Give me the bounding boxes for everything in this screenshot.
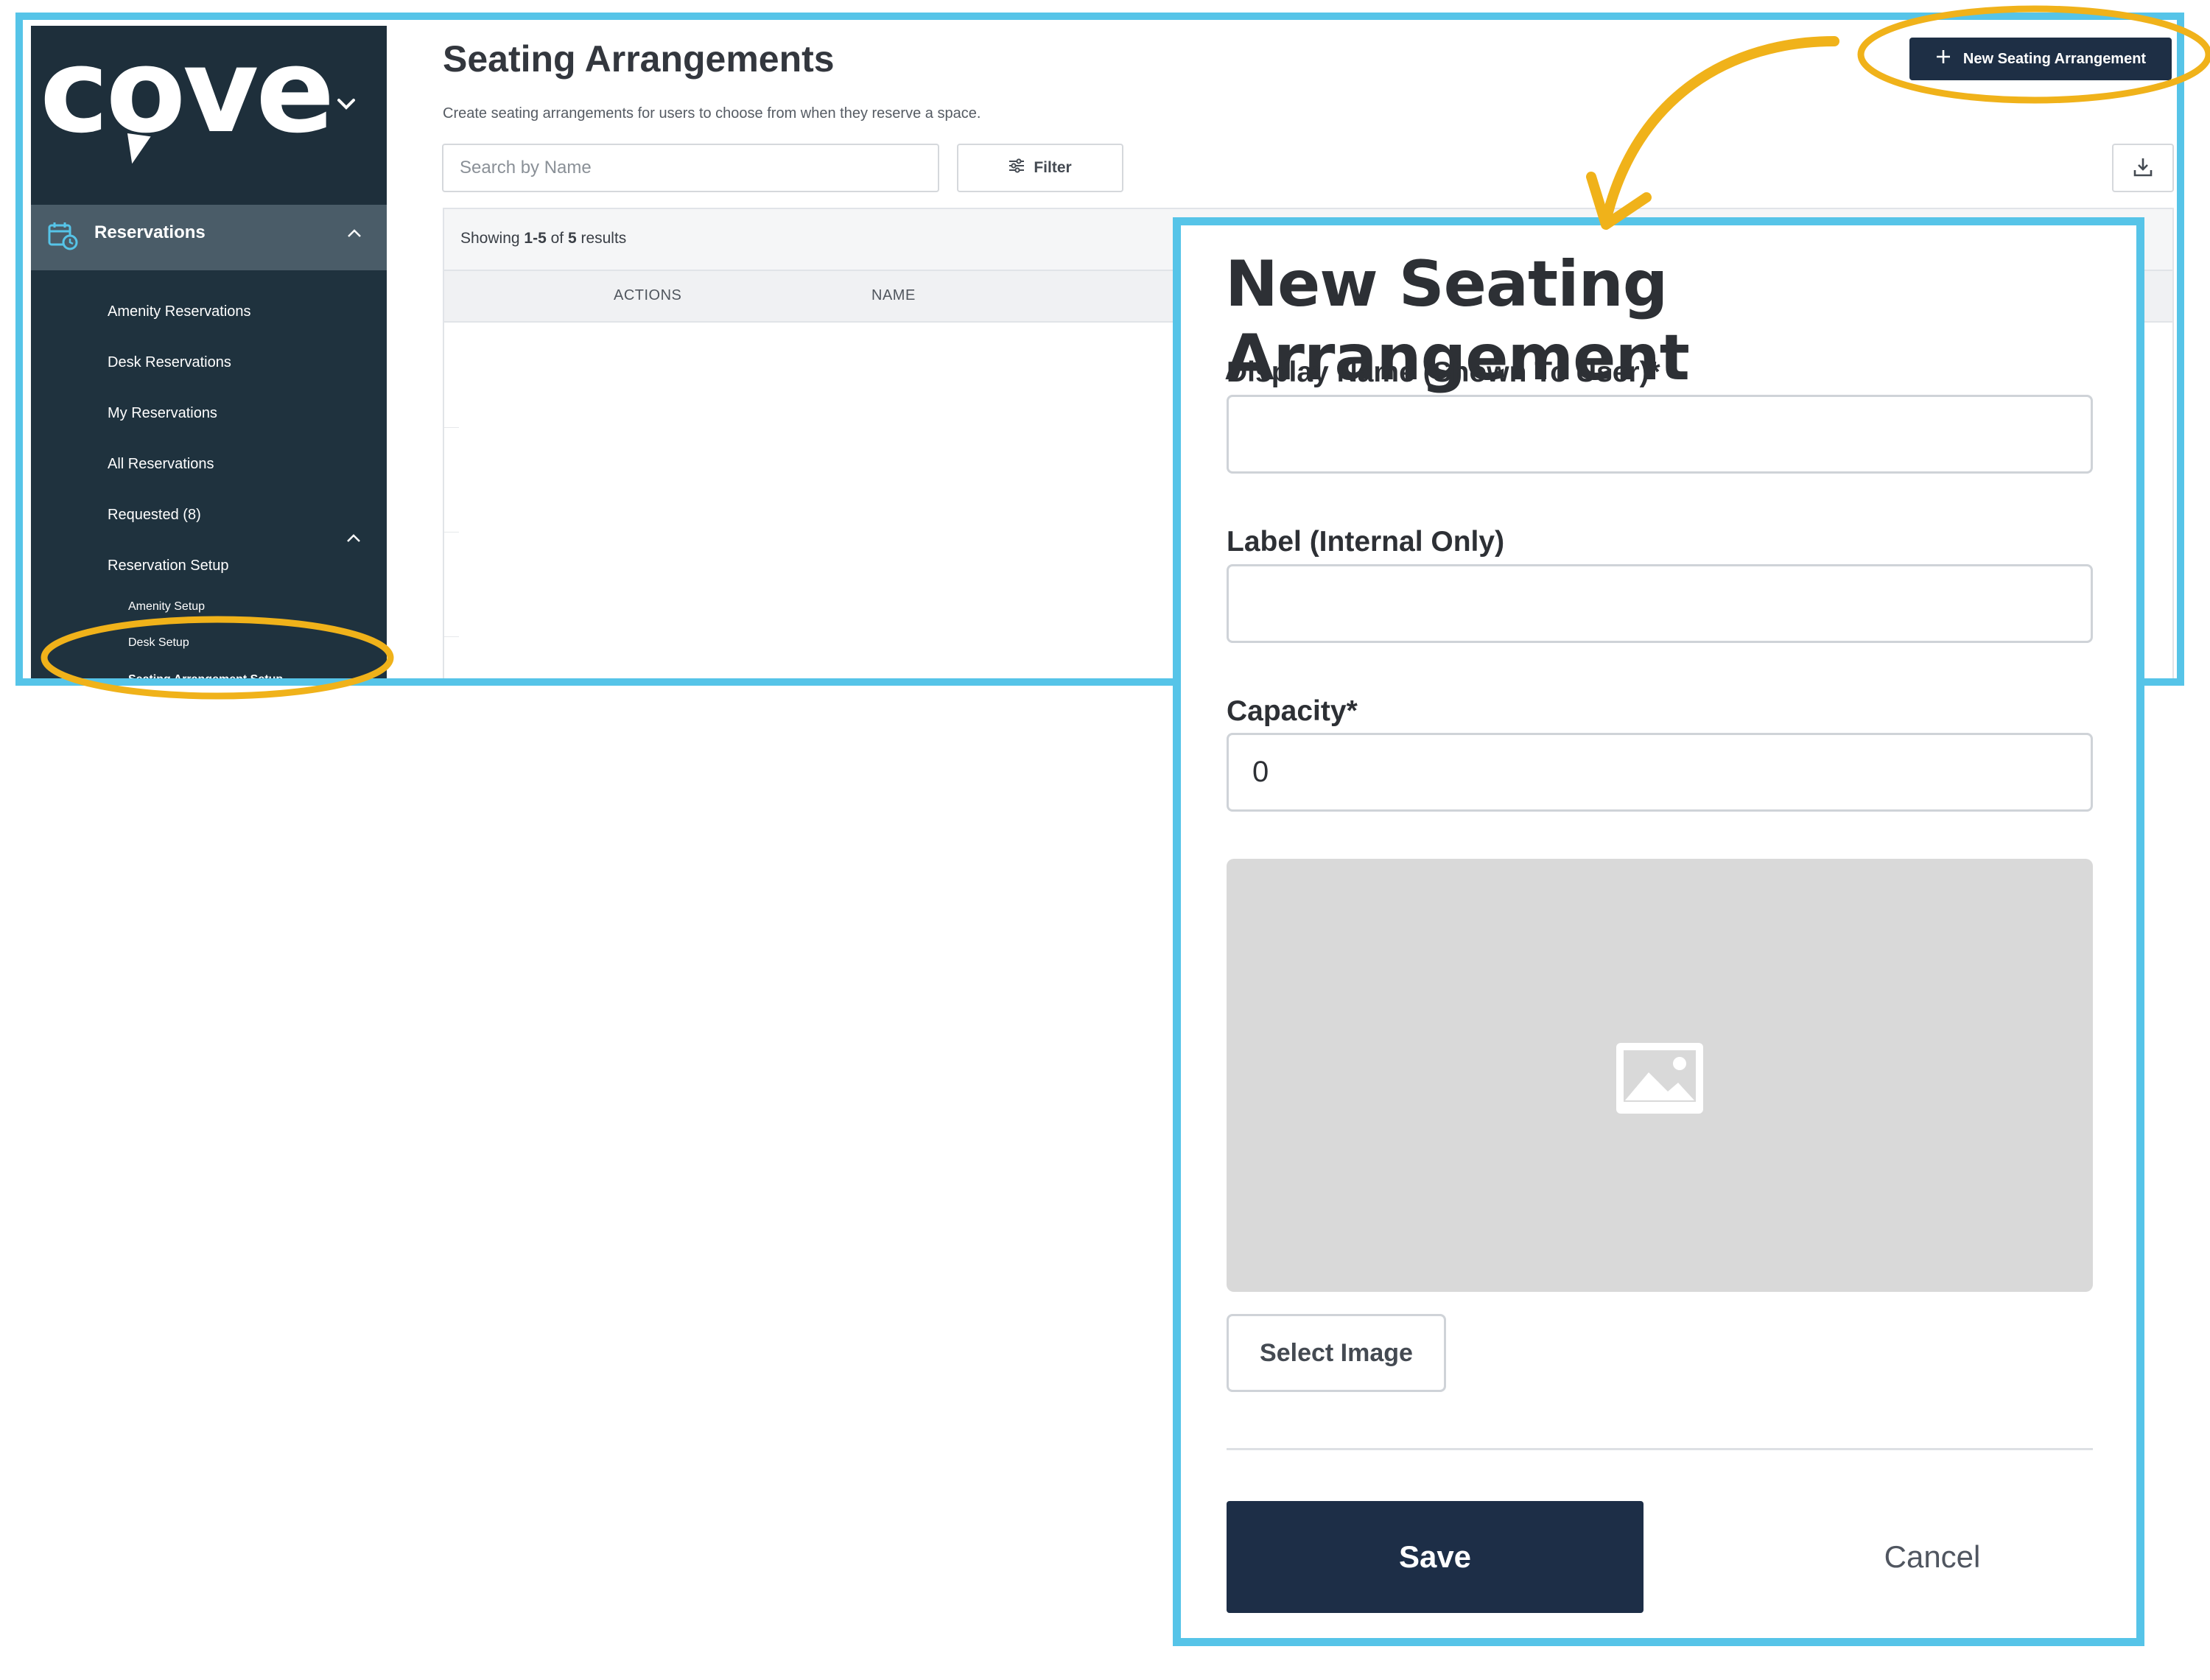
search-input[interactable] [442,144,939,192]
sidebar-subitem-desk-setup[interactable]: Desk Setup [128,636,189,650]
sidebar-section-label: Reservations [94,222,206,242]
sidebar-section-reservations[interactable]: Reservations [31,205,387,270]
plus-icon [1935,49,1951,69]
results-total: 5 [567,230,577,247]
row-divider [444,427,459,428]
page-title: Seating Arrangements [443,38,835,80]
new-seating-arrangement-button[interactable]: New Seating Arrangement [1909,38,2172,80]
select-image-button[interactable]: Select Image [1227,1314,1446,1392]
page-subtitle: Create seating arrangements for users to… [443,105,981,122]
sidebar-item-desk-reservations[interactable]: Desk Reservations [108,354,231,371]
download-button[interactable] [2112,144,2174,192]
filter-label: Filter [1034,159,1072,176]
sidebar-item-all-reservations[interactable]: All Reservations [108,456,214,473]
capacity-label: Capacity* [1227,695,1358,727]
display-name-label: Display Name (Shown To User)* [1227,356,1660,388]
image-placeholder-icon [1616,1043,1703,1114]
filter-button[interactable]: Filter [957,144,1123,192]
new-button-label: New Seating Arrangement [1962,50,2147,67]
results-range: 1-5 [524,230,547,247]
cove-logo: cove [40,24,334,159]
sidebar-subitem-seating-arrangement-setup[interactable]: Seating Arrangement Setup [128,673,283,678]
calendar-clock-icon [47,221,78,250]
column-header-name[interactable]: NAME [871,287,916,304]
sliders-icon [1008,158,1025,178]
cancel-button[interactable]: Cancel [1822,1501,2043,1613]
sidebar: cove Reservations Amenity Reservations D… [31,26,387,678]
new-seating-arrangement-modal: New Seating Arrangement Display Name (Sh… [1173,217,2144,1646]
display-name-input[interactable] [1227,395,2093,474]
caret-up-icon[interactable] [345,530,362,546]
results-of: of [546,230,568,247]
label-field-label: Label (Internal Only) [1227,526,1505,558]
sidebar-item-my-reservations[interactable]: My Reservations [108,405,217,422]
sidebar-item-amenity-reservations[interactable]: Amenity Reservations [108,303,251,320]
modal-divider [1227,1448,2093,1450]
sidebar-item-requested[interactable]: Requested (8) [108,507,201,524]
download-icon [2132,156,2154,180]
column-header-actions[interactable]: ACTIONS [614,287,681,304]
label-input[interactable] [1227,564,2093,643]
row-divider [444,532,459,533]
capacity-input[interactable] [1227,733,2093,812]
results-suffix: results [576,230,627,247]
results-count: Showing 1-5 of 5 results [460,230,626,247]
caret-up-icon[interactable] [345,224,364,243]
results-prefix: Showing [460,230,525,247]
sidebar-subitem-amenity-setup[interactable]: Amenity Setup [128,600,205,614]
sidebar-item-reservation-setup[interactable]: Reservation Setup [108,558,229,574]
chevron-down-icon[interactable] [332,89,361,119]
brand-header: cove [31,26,387,205]
save-button[interactable]: Save [1227,1501,1644,1613]
row-divider [444,636,459,637]
logo-pin-tail [123,133,151,166]
image-preview [1227,859,2093,1292]
